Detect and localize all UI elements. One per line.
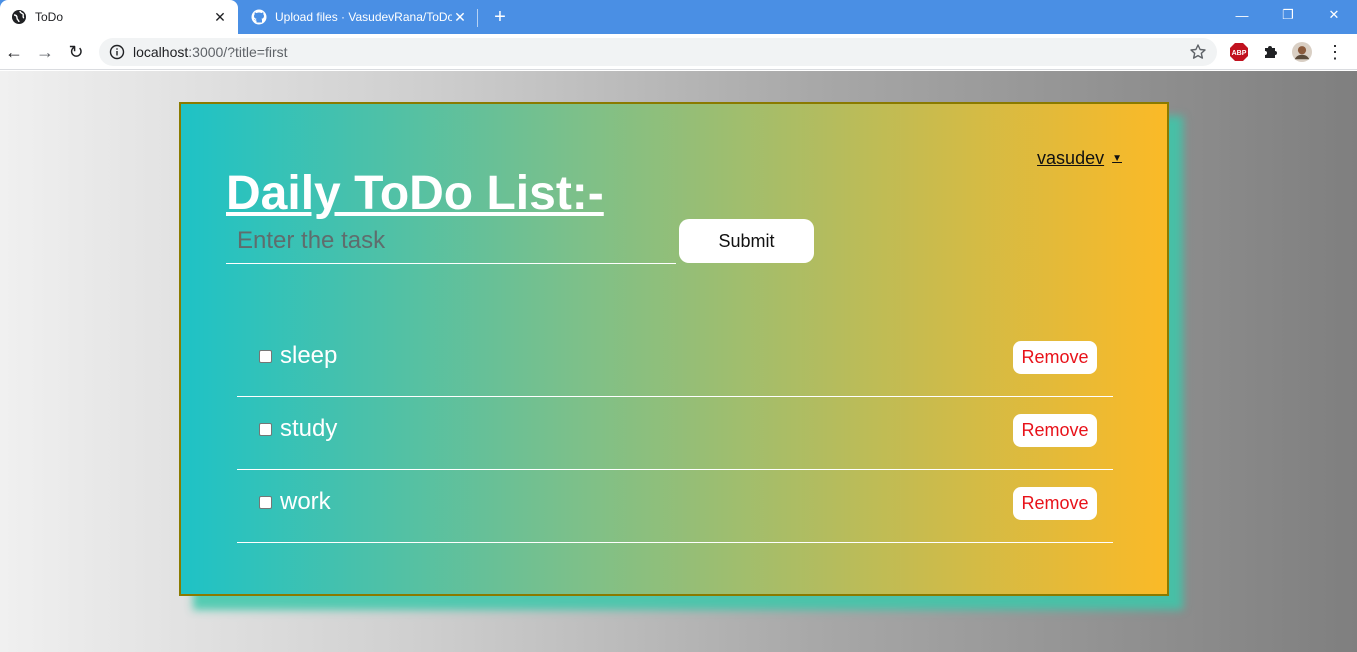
- restore-icon[interactable]: ❐: [1265, 0, 1311, 30]
- task-input[interactable]: [226, 218, 676, 264]
- svg-text:ABP: ABP: [1232, 50, 1247, 57]
- close-icon[interactable]: ✕: [212, 9, 228, 25]
- browser-toolbar: ← → ↻ localhost:3000/?title=first ABP ⋮: [0, 34, 1357, 70]
- reload-icon[interactable]: ↻: [64, 40, 88, 64]
- list-item: sleep Remove: [237, 324, 1113, 397]
- list-item: work Remove: [237, 470, 1113, 543]
- back-arrow-icon[interactable]: ←: [2, 40, 26, 64]
- minimize-icon[interactable]: —: [1219, 0, 1265, 30]
- new-tab-plus-icon[interactable]: +: [488, 6, 512, 28]
- extensions-puzzle-icon[interactable]: [1261, 42, 1281, 62]
- task-checkbox[interactable]: [259, 423, 272, 436]
- url-text: localhost:3000/?title=first: [133, 44, 288, 60]
- tab-title: Upload files · VasudevRana/ToDo: [275, 10, 452, 24]
- tab-title: ToDo: [35, 10, 64, 24]
- globe-icon: [12, 10, 26, 24]
- tab-todo[interactable]: ToDo ✕: [0, 0, 238, 34]
- tab-upload-files[interactable]: Upload files · VasudevRana/ToDo ✕: [240, 0, 478, 34]
- url-host: localhost: [133, 44, 189, 60]
- remove-button[interactable]: Remove: [1013, 487, 1097, 520]
- profile-avatar-icon[interactable]: [1292, 42, 1312, 62]
- caret-down-icon: ▼: [1112, 153, 1122, 164]
- forward-arrow-icon[interactable]: →: [33, 40, 57, 64]
- task-label: study: [280, 415, 338, 442]
- submit-button[interactable]: Submit: [679, 219, 814, 263]
- page-title: Daily ToDo List:-: [226, 167, 604, 220]
- browser-tab-bar: ToDo ✕ Upload files · VasudevRana/ToDo ✕…: [0, 0, 1357, 34]
- more-menu-icon[interactable]: ⋮: [1325, 42, 1345, 62]
- address-bar[interactable]: localhost:3000/?title=first: [99, 38, 1217, 66]
- adblock-icon[interactable]: ABP: [1229, 42, 1249, 62]
- bookmark-star-icon[interactable]: [1189, 43, 1207, 61]
- list-item: study Remove: [237, 397, 1113, 470]
- close-icon[interactable]: ✕: [452, 9, 468, 25]
- remove-button[interactable]: Remove: [1013, 414, 1097, 447]
- task-label: work: [280, 488, 331, 515]
- task-list: sleep Remove study Remove work Remove: [237, 324, 1113, 543]
- user-dropdown[interactable]: vasudev ▼: [1037, 148, 1122, 169]
- task-checkbox[interactable]: [259, 350, 272, 363]
- url-path: :3000/?title=first: [188, 44, 288, 60]
- tab-separator: [477, 9, 478, 27]
- info-icon[interactable]: [109, 44, 125, 60]
- window-close-icon[interactable]: ✕: [1311, 0, 1357, 30]
- task-label: sleep: [280, 342, 338, 369]
- task-checkbox[interactable]: [259, 496, 272, 509]
- page-background: vasudev ▼ Daily ToDo List:- Submit sleep…: [0, 71, 1357, 652]
- todo-card: vasudev ▼ Daily ToDo List:- Submit sleep…: [179, 102, 1169, 596]
- user-name: vasudev: [1037, 148, 1105, 168]
- github-icon: [251, 9, 267, 25]
- remove-button[interactable]: Remove: [1013, 341, 1097, 374]
